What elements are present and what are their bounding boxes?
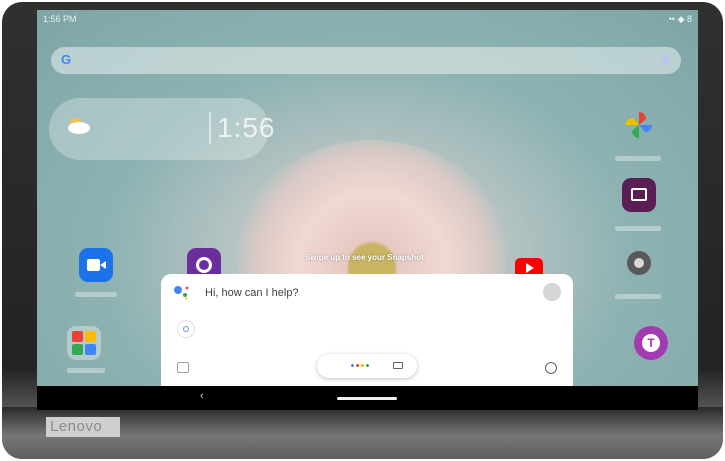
widget-divider: [209, 112, 211, 144]
movies-icon[interactable]: [622, 178, 656, 212]
snapshot-hint: Swipe up to see your Snapshot: [305, 253, 424, 262]
app-label: [615, 294, 661, 299]
mic-icon[interactable]: [662, 54, 669, 66]
google-logo-icon: G: [61, 52, 72, 67]
dot-green: [366, 364, 369, 367]
status-time: 1:56 PM: [43, 14, 77, 24]
status-indicators: •• ◆ 8: [668, 14, 692, 24]
home-handle[interactable]: [337, 397, 397, 400]
app-label: [75, 292, 117, 297]
home-screen: 1:56 PM •• ◆ 8 G 1:56 T Swipe up to see …: [37, 10, 698, 410]
clock-time: 1:56: [217, 112, 276, 143]
keyboard-icon[interactable]: [393, 362, 403, 369]
dot-blue: [351, 364, 354, 367]
google-assistant-icon: [174, 286, 189, 300]
app-label: [67, 368, 105, 373]
assistant-greeting: Hi, how can I help?: [205, 287, 299, 299]
status-bar: 1:56 PM •• ◆ 8: [37, 10, 698, 28]
app-label: [615, 156, 661, 161]
video-call-icon[interactable]: [79, 248, 113, 282]
photos-icon[interactable]: [622, 108, 656, 142]
app-label: [615, 226, 661, 231]
assistant-listening-dots[interactable]: [351, 364, 371, 382]
google-assistant-panel: Hi, how can I help?: [161, 274, 573, 394]
dot-yellow: [361, 364, 364, 367]
dot-red: [356, 364, 359, 367]
weather-clock-widget[interactable]: 1:56: [49, 98, 275, 160]
settings-icon[interactable]: [622, 246, 656, 280]
lens-button[interactable]: [177, 320, 195, 338]
google-apps-folder-icon[interactable]: [67, 326, 101, 360]
google-search-bar[interactable]: G: [51, 47, 681, 74]
navigation-bar: ‹: [37, 386, 698, 410]
back-icon[interactable]: ‹: [200, 390, 204, 402]
profile-avatar-icon[interactable]: [543, 283, 561, 301]
assistant-input-pill[interactable]: [317, 354, 417, 378]
tips-icon[interactable]: T: [634, 326, 668, 360]
compass-icon[interactable]: [545, 362, 557, 374]
lens-icon: [183, 326, 189, 332]
weather-icon: [68, 118, 90, 134]
device-bottom-bar: Lenovo: [2, 407, 723, 459]
updates-icon[interactable]: [177, 362, 189, 373]
brand-logo: Lenovo: [46, 417, 120, 437]
